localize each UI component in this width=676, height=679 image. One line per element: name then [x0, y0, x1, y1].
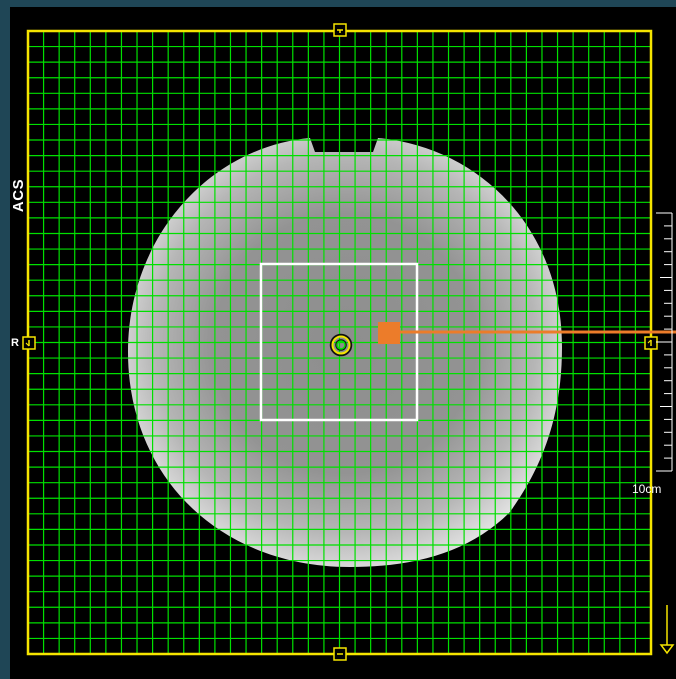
bottom-handle-icon[interactable]: [333, 647, 347, 661]
slice-grid: [28, 31, 651, 654]
side-label: R: [11, 337, 19, 349]
scale-label: 10cm: [632, 482, 662, 496]
position-marker[interactable]: [378, 322, 400, 344]
image-viewport[interactable]: ACS R 10cm: [10, 7, 676, 679]
down-arrow-icon[interactable]: [659, 605, 675, 655]
right-handle-icon[interactable]: [644, 336, 658, 350]
orientation-label: ACS: [10, 178, 28, 213]
top-handle-icon[interactable]: [333, 23, 347, 37]
planning-view[interactable]: [10, 7, 676, 679]
left-handle-icon[interactable]: [22, 336, 36, 350]
scale-ruler: [656, 212, 673, 472]
